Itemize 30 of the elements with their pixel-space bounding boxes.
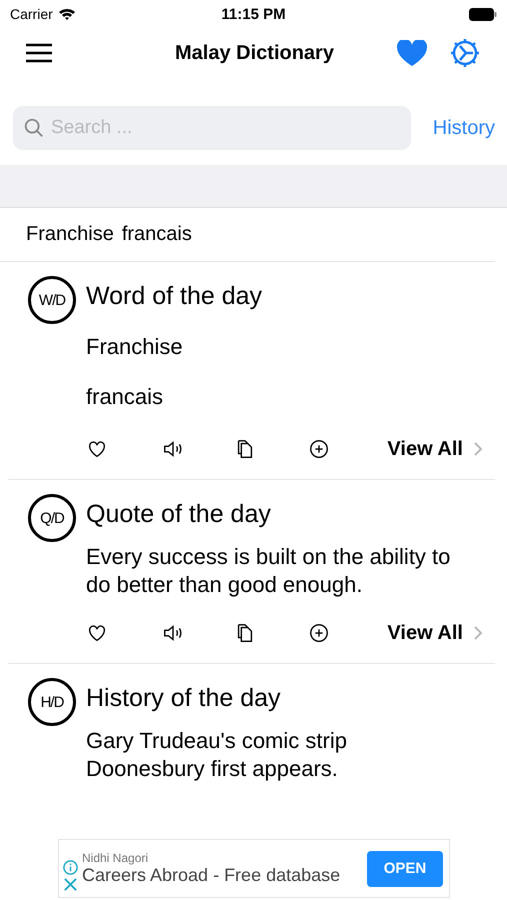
battery-icon bbox=[469, 8, 497, 20]
card-text: francais bbox=[86, 383, 164, 411]
card-title: Word of the day bbox=[86, 282, 264, 311]
settings-icon[interactable] bbox=[449, 37, 481, 69]
app-title: Malay Dictionary bbox=[174, 42, 335, 64]
card-title: Quote of the day bbox=[86, 500, 272, 529]
menu-icon[interactable] bbox=[26, 43, 52, 63]
recent-word[interactable]: Franchise bbox=[26, 223, 114, 246]
status-time: 11:15 PM bbox=[221, 6, 286, 22]
wifi-icon bbox=[58, 7, 76, 21]
carrier-label: Carrier bbox=[10, 6, 53, 22]
ad-banner[interactable]: Nidhi Nagori Careers Abroad - Free database OPEN bbox=[58, 839, 450, 898]
history-link[interactable]: History bbox=[432, 116, 495, 140]
card-text: Gary Trudeau's comic strip Doonesbury first appears. bbox=[86, 727, 348, 783]
chevron-icon bbox=[473, 625, 483, 641]
chevron-icon bbox=[473, 441, 483, 457]
card-title: History of the day bbox=[86, 684, 282, 713]
card-text: Franchise bbox=[86, 333, 184, 361]
ad-headline: Careers Abroad - Free database bbox=[82, 865, 342, 886]
close-icon[interactable] bbox=[63, 876, 78, 892]
card-text: Every success is built on the ability to do better than good enough. bbox=[86, 543, 452, 599]
recent-translation[interactable]: francais bbox=[122, 223, 192, 246]
view-all-button[interactable]: View All bbox=[387, 438, 483, 460]
info-icon bbox=[63, 860, 78, 874]
day-badge: Q/D bbox=[28, 494, 76, 542]
search-icon bbox=[23, 117, 45, 139]
view-all-button[interactable]: View All bbox=[387, 622, 483, 644]
ad-advertiser: Nidhi Nagori bbox=[82, 851, 150, 865]
day-badge: H/D bbox=[28, 678, 76, 726]
day-badge: W/D bbox=[28, 276, 76, 324]
